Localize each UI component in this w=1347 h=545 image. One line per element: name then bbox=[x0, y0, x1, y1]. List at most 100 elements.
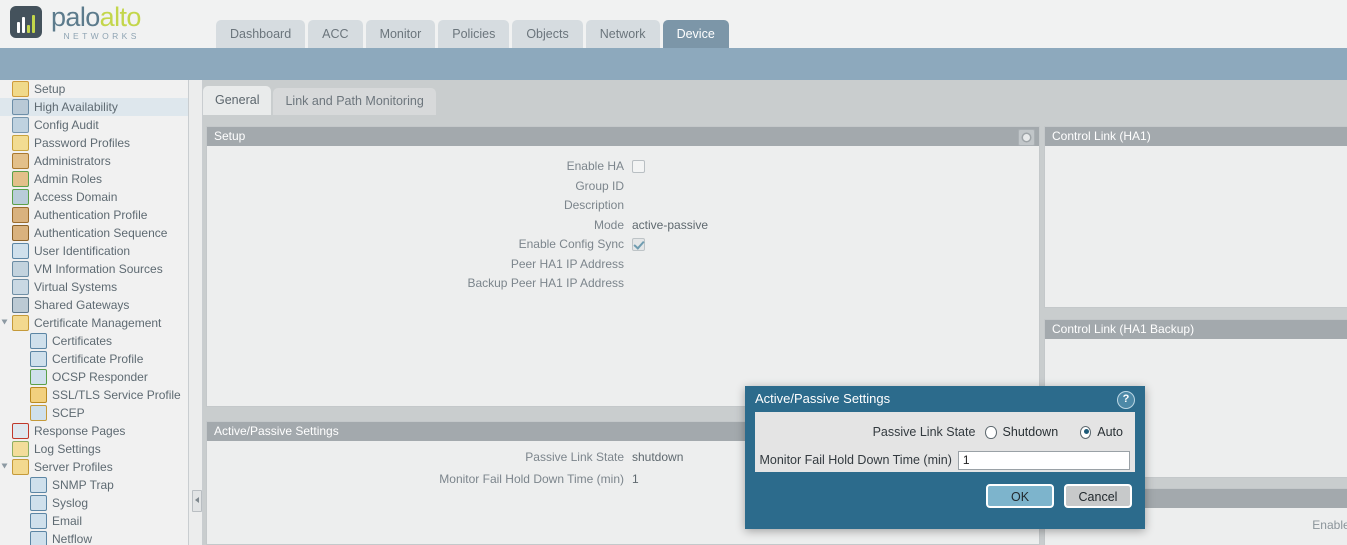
sidebar-item-label: SCEP bbox=[52, 406, 85, 420]
paloalto-logo: paloalto NETWORKS bbox=[10, 4, 141, 41]
nav-tab-monitor[interactable]: Monitor bbox=[365, 20, 436, 48]
dialog-body: Passive Link State Shutdown Auto Monitor… bbox=[755, 412, 1135, 472]
sidebar-item-response-pages[interactable]: Response Pages bbox=[0, 422, 188, 440]
cancel-button[interactable]: Cancel bbox=[1064, 484, 1132, 508]
setup-row: Enable Config Sync bbox=[207, 236, 804, 252]
nav-tab-dashboard[interactable]: Dashboard bbox=[216, 20, 306, 48]
sidebar-navigation: Setup High Availability Config Audit Passwo… bbox=[0, 80, 188, 545]
sidebar-item-certificate-management[interactable]: Certificate Management bbox=[0, 314, 188, 332]
sidebar-item-syslog[interactable]: Syslog bbox=[0, 494, 188, 512]
sidebar-item-label: Response Pages bbox=[34, 424, 126, 438]
sidebar-item-log-settings[interactable]: Log Settings bbox=[0, 440, 188, 458]
sidebar-item-label: OCSP Responder bbox=[52, 370, 148, 384]
setup-row-label: Peer HA1 IP Address bbox=[510, 256, 624, 271]
sidebar-item-label: Certificates bbox=[52, 334, 113, 348]
sidebar-item-authentication-profile[interactable]: Authentication Profile bbox=[0, 206, 188, 224]
control-link-ha1-backup-header: Control Link (HA1 Backup) bbox=[1045, 320, 1347, 339]
sidebar-item-label: VM Information Sources bbox=[34, 262, 163, 276]
help-icon[interactable]: ? bbox=[1117, 391, 1135, 409]
sidebar-item-authentication-sequence[interactable]: Authentication Sequence bbox=[0, 224, 188, 242]
setup-icon bbox=[12, 81, 29, 97]
monitor-fail-label: Monitor Fail Hold Down Time (min) bbox=[759, 453, 952, 467]
sidebar-item-label: SSL/TLS Service Profile bbox=[52, 388, 181, 402]
nav-tab-objects[interactable]: Objects bbox=[512, 20, 583, 48]
access-domain-icon bbox=[12, 189, 29, 205]
sidebar-item-shared-gateways[interactable]: Shared Gateways bbox=[0, 296, 188, 314]
setup-row-label: Description bbox=[563, 198, 624, 212]
setup-row: Enable HA bbox=[207, 158, 804, 174]
top-bar: paloalto NETWORKS Dashboard ACC Monitor Pol… bbox=[0, 0, 1347, 48]
sidebar-item-password-profiles[interactable]: Password Profiles bbox=[0, 134, 188, 152]
sidebar-item-high-availability[interactable]: High Availability bbox=[0, 98, 188, 116]
sidebar-item-ocsp-responder[interactable]: OCSP Responder bbox=[0, 368, 188, 386]
log-settings-icon bbox=[12, 441, 29, 457]
dialog-title: Active/Passive Settings bbox=[755, 391, 891, 406]
control-link-ha1-backup-title: Control Link (HA1 Backup) bbox=[1052, 322, 1195, 336]
gear-icon[interactable] bbox=[1018, 129, 1035, 146]
monitor-fail-input[interactable] bbox=[957, 450, 1130, 470]
content-tab-link-and-path-monitoring[interactable]: Link and Path Monitoring bbox=[273, 88, 436, 115]
passive-link-state-row: Passive Link State Shutdown Auto bbox=[755, 422, 1123, 442]
sidebar-splitter[interactable] bbox=[188, 80, 203, 545]
sidebar-item-access-domain[interactable]: Access Domain bbox=[0, 188, 188, 206]
radio-auto-label: Auto bbox=[1097, 425, 1123, 439]
sidebar-item-netflow[interactable]: Netflow bbox=[0, 530, 188, 545]
nav-tab-acc[interactable]: ACC bbox=[308, 20, 363, 48]
authentication-sequence-icon bbox=[12, 225, 29, 241]
logo-word-palo: palo bbox=[51, 2, 100, 32]
sidebar-item-label: SNMP Trap bbox=[52, 478, 114, 492]
password-profiles-icon bbox=[12, 135, 29, 151]
content-tab-general[interactable]: General bbox=[203, 86, 272, 115]
setup-panel-title: Setup bbox=[214, 129, 246, 143]
active-passive-row: Monitor Fail Hold Down Time (min) 1 bbox=[207, 471, 807, 487]
sidebar-item-label: Netflow bbox=[52, 532, 93, 545]
sidebar-item-certificates[interactable]: Certificates bbox=[0, 332, 188, 350]
nav-tab-device[interactable]: Device bbox=[662, 20, 729, 48]
sidebar-item-certificate-profile[interactable]: Certificate Profile bbox=[0, 350, 188, 368]
setup-checkbox[interactable] bbox=[632, 237, 645, 251]
nav-tab-policies[interactable]: Policies bbox=[438, 20, 510, 48]
scep-icon bbox=[30, 405, 47, 421]
admin-roles-icon bbox=[12, 171, 29, 187]
setup-checkbox[interactable] bbox=[632, 159, 645, 173]
radio-shutdown[interactable] bbox=[985, 425, 997, 439]
sidebar-item-config-audit[interactable]: Config Audit bbox=[0, 116, 188, 134]
expander-arrow-icon[interactable] bbox=[1, 319, 8, 325]
authentication-profile-icon bbox=[12, 207, 29, 223]
sidebar-item-server-profiles[interactable]: Server Profiles bbox=[0, 458, 188, 476]
setup-row-value: active-passive bbox=[632, 217, 709, 232]
syslog-icon bbox=[30, 495, 47, 511]
logo-tagline: NETWORKS bbox=[63, 31, 140, 41]
sidebar-item-ssl-tls-service-profile[interactable]: SSL/TLS Service Profile bbox=[0, 386, 188, 404]
dialog-header: Active/Passive Settings ? bbox=[745, 386, 1145, 412]
nav-tab-network[interactable]: Network bbox=[585, 20, 660, 48]
user-identification-icon bbox=[12, 243, 29, 259]
sidebar-item-label: Shared Gateways bbox=[34, 298, 130, 312]
sidebar-item-label: Setup bbox=[34, 82, 66, 96]
sidebar-item-virtual-systems[interactable]: Virtual Systems bbox=[0, 278, 188, 296]
netflow-icon bbox=[30, 531, 47, 545]
response-pages-icon bbox=[12, 423, 29, 439]
sidebar-item-vm-information-sources[interactable]: VM Information Sources bbox=[0, 260, 188, 278]
active-passive-row-label: Passive Link State bbox=[525, 450, 624, 464]
active-passive-row-value: shutdown bbox=[632, 450, 684, 464]
ok-button[interactable]: OK bbox=[986, 484, 1054, 508]
sidebar-collapse-handle[interactable] bbox=[192, 490, 202, 512]
expander-arrow-icon[interactable] bbox=[1, 463, 8, 469]
control-link-ha1-header: Control Link (HA1) bbox=[1045, 127, 1347, 146]
sidebar-item-label: Certificate Profile bbox=[52, 352, 144, 366]
sidebar-item-snmp-trap[interactable]: SNMP Trap bbox=[0, 476, 188, 494]
sidebar-item-administrators[interactable]: Administrators bbox=[0, 152, 188, 170]
bottom-right-clipped-label: Enable S bbox=[1312, 518, 1347, 532]
sidebar-item-email[interactable]: Email bbox=[0, 512, 188, 530]
email-icon bbox=[30, 513, 47, 529]
sidebar-item-setup[interactable]: Setup bbox=[0, 80, 188, 98]
sidebar-item-scep[interactable]: SCEP bbox=[0, 404, 188, 422]
radio-shutdown-label: Shutdown bbox=[1002, 425, 1059, 439]
radio-auto[interactable] bbox=[1080, 425, 1092, 439]
control-link-ha1-title: Control Link (HA1) bbox=[1052, 129, 1151, 143]
sidebar-item-admin-roles[interactable]: Admin Roles bbox=[0, 170, 188, 188]
application-window: paloalto NETWORKS Dashboard ACC Monitor Pol… bbox=[0, 0, 1347, 545]
sidebar-item-user-identification[interactable]: User Identification bbox=[0, 242, 188, 260]
setup-row-label: Enable HA bbox=[566, 159, 624, 173]
